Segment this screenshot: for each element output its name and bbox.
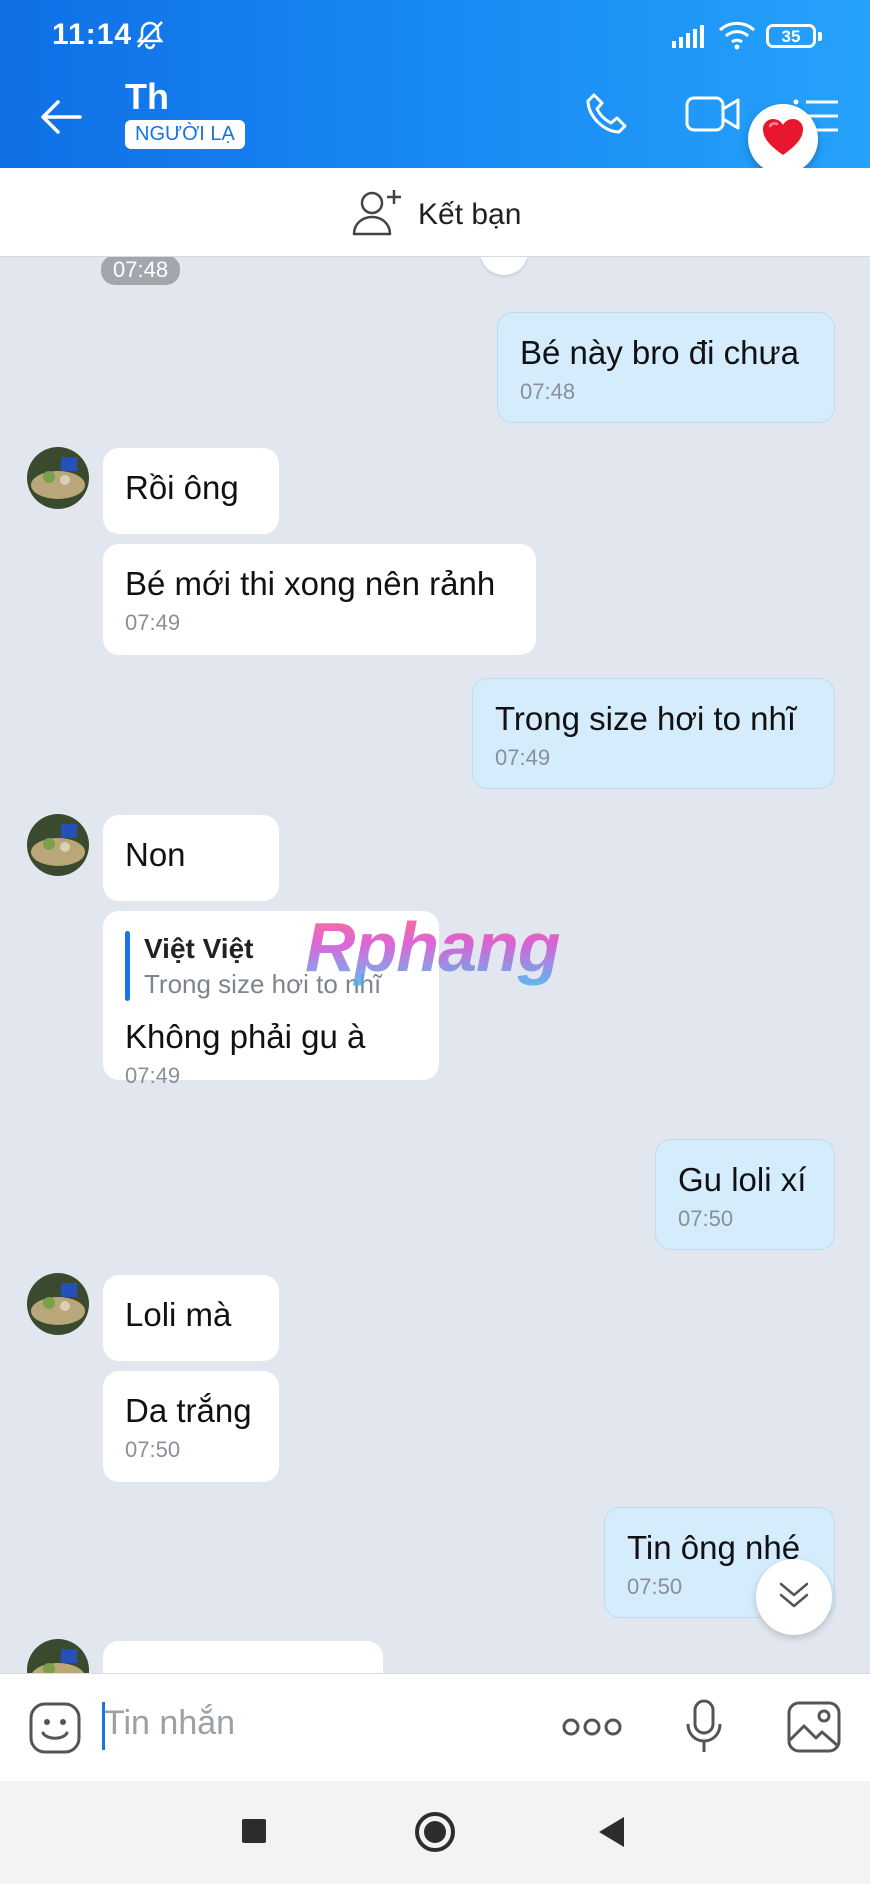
heart-reaction-button[interactable] (748, 104, 818, 174)
avatar[interactable] (27, 1273, 89, 1335)
message-text: Da trắng (125, 1392, 252, 1429)
message-bubble-out[interactable]: Bé này bro đi chưa 07:48 (497, 312, 835, 423)
reaction-button[interactable] (480, 257, 528, 275)
message-time: 07:48 (520, 379, 576, 404)
message-text: Bé mới thi xong nên rảnh (125, 565, 496, 602)
add-friend-label: Kết bạn (418, 197, 522, 231)
status-time: 11:14 (52, 18, 133, 51)
message-text: Gu loli xí (678, 1161, 807, 1198)
message-input-bar: Tin nhắn (0, 1673, 870, 1782)
wifi-icon (718, 20, 756, 55)
contact-name[interactable]: Th (125, 76, 169, 118)
system-nav-bar (0, 1781, 870, 1884)
back-nav-icon[interactable] (596, 1815, 626, 1854)
message-text: Không phải gu à (125, 1018, 366, 1055)
message-time: 07:50 (125, 1437, 181, 1462)
message-bubble-in-partial[interactable] (103, 1641, 383, 1673)
image-icon[interactable] (786, 1700, 842, 1759)
chevron-double-down-icon (777, 1580, 811, 1615)
message-text: Loli mà (125, 1296, 232, 1333)
top-bar: 11:14 35 Th NGƯỜI LẠ (0, 0, 870, 168)
video-call-icon[interactable] (684, 92, 742, 141)
more-icon[interactable] (562, 1714, 622, 1745)
message-bubble-in[interactable]: Da trắng 07:50 (103, 1371, 279, 1482)
watermark-logo: Rphang (305, 908, 561, 986)
message-text: Bé này bro đi chưa (520, 334, 799, 371)
emoji-icon[interactable] (28, 1701, 82, 1760)
message-time: 07:49 (495, 745, 551, 770)
add-friend-bar[interactable]: Kết bạn (0, 168, 870, 257)
quote-bar (125, 931, 130, 1001)
avatar[interactable] (27, 1639, 89, 1673)
stranger-badge: NGƯỜI LẠ (125, 120, 245, 149)
message-bubble-out[interactable]: Gu loli xí 07:50 (655, 1139, 835, 1250)
message-time: 07:49 (125, 1063, 181, 1088)
message-bubble-in[interactable]: Non (103, 815, 279, 901)
mic-icon[interactable] (684, 1698, 724, 1761)
add-friend-icon (352, 188, 404, 241)
chat-area[interactable]: 07:48 Bé này bro đi chưa 07:48 Rồi ông B… (0, 257, 870, 1673)
message-text: Rồi ông (125, 469, 239, 506)
message-bubble-out[interactable]: Trong size hơi to nhĩ 07:49 (472, 678, 835, 789)
message-time: 07:50 (678, 1206, 734, 1231)
message-bubble-in[interactable]: Loli mà (103, 1275, 279, 1361)
message-time: 07:49 (125, 610, 181, 635)
message-text: Non (125, 836, 186, 873)
avatar[interactable] (27, 814, 89, 876)
message-input[interactable]: Tin nhắn (104, 1704, 235, 1743)
recent-apps-icon[interactable] (240, 1817, 268, 1850)
signal-icon (672, 24, 708, 53)
battery-indicator: 35 (766, 24, 822, 48)
phone-icon[interactable] (582, 90, 630, 143)
mute-icon (134, 20, 166, 55)
home-icon[interactable] (414, 1811, 456, 1858)
message-text: Trong size hơi to nhĩ (495, 700, 797, 737)
message-bubble-in[interactable]: Bé mới thi xong nên rảnh 07:49 (103, 544, 536, 655)
avatar[interactable] (27, 447, 89, 509)
heart-icon (761, 117, 805, 162)
back-icon[interactable] (36, 92, 86, 142)
message-bubble-in[interactable]: Rồi ông (103, 448, 279, 534)
status-bar: 11:14 35 (0, 0, 870, 62)
time-chip: 07:48 (101, 257, 181, 285)
scroll-to-bottom-button[interactable] (756, 1559, 832, 1635)
